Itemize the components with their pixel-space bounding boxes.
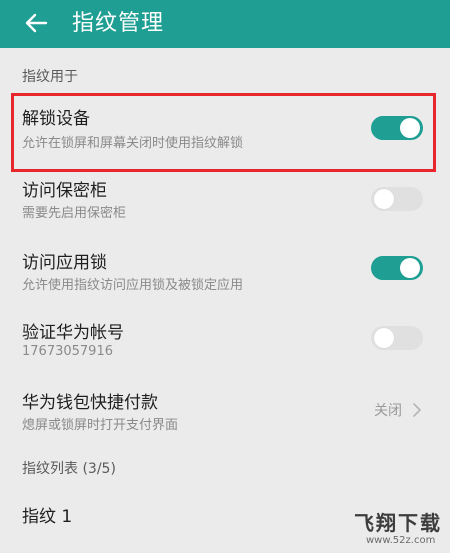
setting-safe-box[interactable]: 访问保密柜 需要先启用保密柜 [0,172,450,228]
setting-title: 华为钱包快捷付款 [22,393,158,413]
account-number: 17673057916 [22,344,113,359]
huawei-account-toggle[interactable] [371,326,423,350]
toggle-knob [374,189,394,209]
setting-subtitle: 允许在锁屏和屏幕关闭时使用指纹解锁 [22,136,244,151]
setting-title: 访问应用锁 [22,253,107,273]
section-header-fingerprint-list: 指纹列表 (3/5) [22,461,116,477]
setting-subtitle: 需要先启用保密柜 [22,206,127,221]
setting-title: 访问保密柜 [22,181,107,201]
toggle-knob [400,118,420,138]
app-lock-toggle[interactable] [371,256,423,280]
watermark: 飞翔下载 www.52z.com [348,507,444,549]
page-title: 指纹管理 [72,11,165,36]
watermark-url: www.52z.com [366,535,436,546]
toggle-knob [400,258,420,278]
toggle-knob [374,328,394,348]
setting-app-lock[interactable]: 访问应用锁 允许使用指纹访问应用锁及被锁定应用 [0,244,450,300]
setting-huawei-wallet[interactable]: 华为钱包快捷付款 熄屏或锁屏时打开支付界面 关闭 [0,384,450,440]
arrow-left-icon[interactable] [22,9,50,37]
safe-box-toggle[interactable] [371,187,423,211]
setting-title: 验证华为帐号 [22,323,124,343]
app-bar: 指纹管理 [0,0,450,48]
unlock-device-toggle[interactable] [371,116,423,140]
fingerprint-label: 指纹 1 [22,507,73,527]
setting-unlock-device[interactable]: 解锁设备 允许在锁屏和屏幕关闭时使用指纹解锁 [0,100,450,166]
setting-huawei-account[interactable]: 验证华为帐号 17673057916 [0,314,450,370]
wallet-status-value: 关闭 [374,403,402,419]
setting-title: 解锁设备 [22,109,90,129]
setting-subtitle: 允许使用指纹访问应用锁及被锁定应用 [22,278,244,293]
section-header-usage: 指纹用于 [22,69,78,85]
setting-subtitle: 熄屏或锁屏时打开支付界面 [22,418,179,433]
chevron-right-icon [413,403,421,417]
watermark-logo: 飞翔下载 [354,511,442,535]
